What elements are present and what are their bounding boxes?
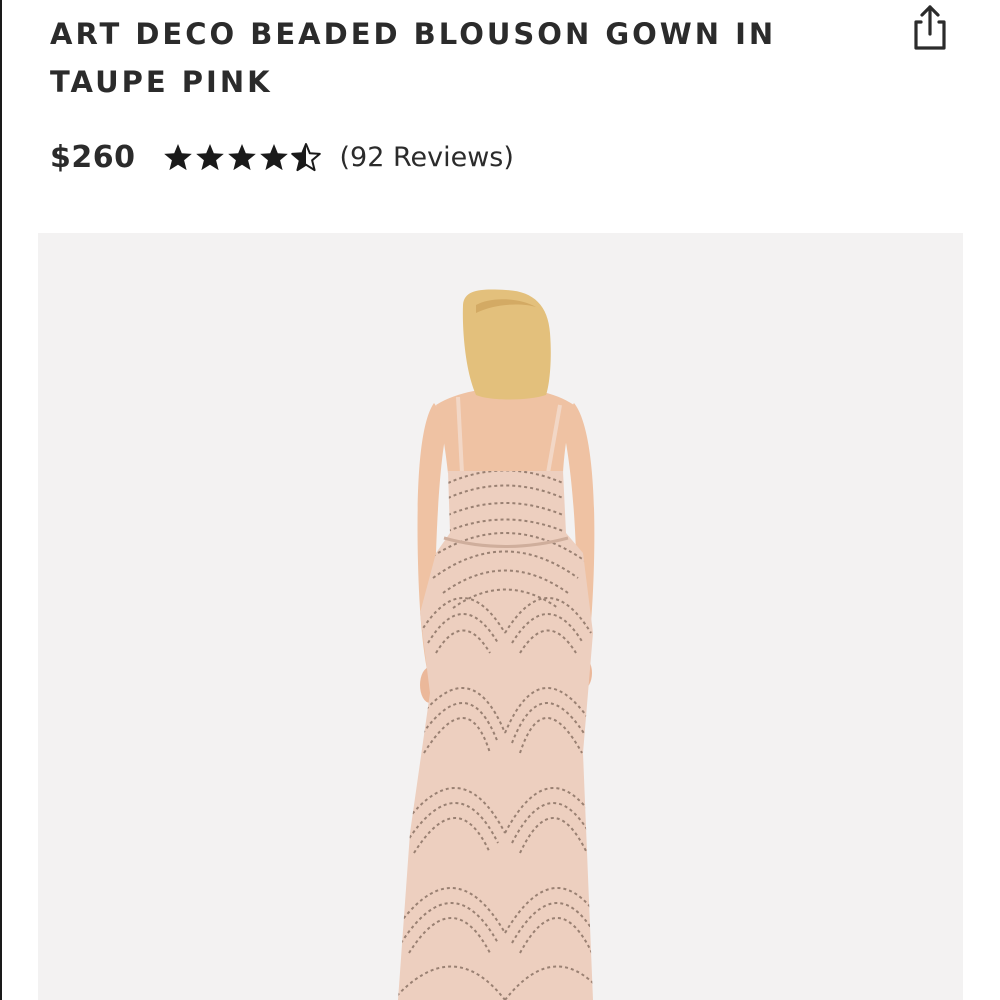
reviews-link[interactable]: (92 Reviews) bbox=[340, 142, 514, 173]
star-rating[interactable] bbox=[162, 142, 322, 172]
share-icon bbox=[914, 5, 946, 50]
star-full-icon bbox=[163, 144, 192, 171]
gown-photo bbox=[398, 289, 595, 1000]
product-title: ART DECO BEADED BLOUSON GOWN IN TAUPE PI… bbox=[50, 17, 777, 99]
star-full-icon bbox=[195, 144, 224, 171]
window-left-border bbox=[0, 0, 2, 1000]
share-button[interactable] bbox=[906, 2, 954, 54]
product-price: $260 bbox=[50, 139, 136, 175]
star-half-icon bbox=[290, 143, 321, 172]
star-full-icon bbox=[227, 144, 256, 171]
price-rating-row: $260 (92 Reviews) bbox=[50, 134, 514, 180]
star-full-icon bbox=[259, 144, 288, 171]
product-image[interactable] bbox=[38, 233, 963, 1000]
